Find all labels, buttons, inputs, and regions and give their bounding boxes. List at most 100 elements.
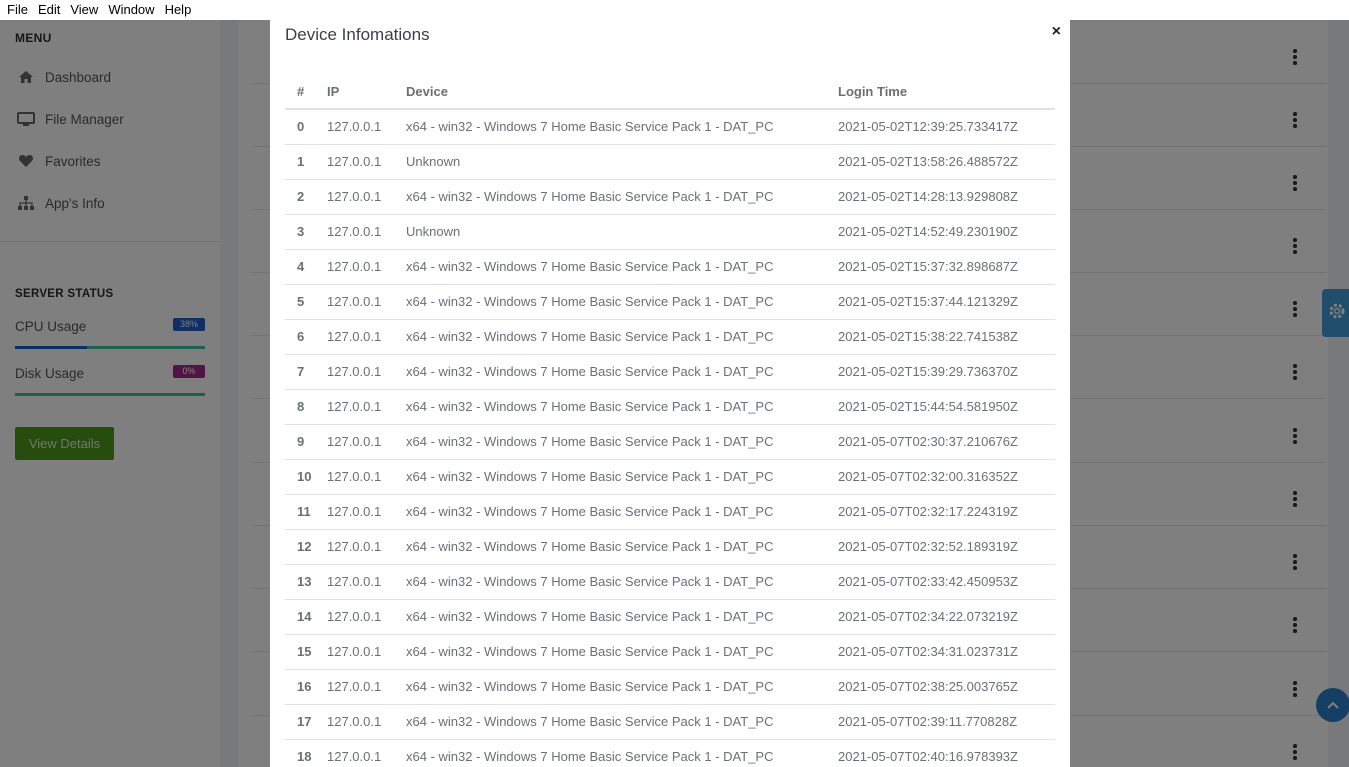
row-device: x64 - win32 - Windows 7 Home Basic Servi… — [394, 424, 826, 460]
row-login-time: 2021-05-02T15:38:22.741538Z — [826, 319, 1055, 355]
row-ip: 127.0.0.1 — [315, 564, 394, 600]
device-info-modal: Device Infomations × # IP Device Login T… — [270, 20, 1070, 767]
menu-bar: File Edit View Window Help — [0, 0, 1349, 20]
row-device: x64 - win32 - Windows 7 Home Basic Servi… — [394, 109, 826, 145]
table-row: 3 127.0.0.1 Unknown 2021-05-02T14:52:49.230… — [285, 214, 1055, 250]
modal-title: Device Infomations — [285, 25, 430, 44]
row-login-time: 2021-05-07T02:30:37.210676Z — [826, 424, 1055, 460]
row-login-time: 2021-05-02T12:39:25.733417Z — [826, 109, 1055, 145]
row-index: 18 — [285, 739, 315, 767]
row-device: x64 - win32 - Windows 7 Home Basic Servi… — [394, 669, 826, 705]
row-login-time: 2021-05-07T02:38:25.003765Z — [826, 669, 1055, 705]
table-header-row: # IP Device Login Time — [285, 74, 1055, 110]
row-device: Unknown — [394, 214, 826, 250]
row-device: x64 - win32 - Windows 7 Home Basic Servi… — [394, 494, 826, 530]
row-login-time: 2021-05-02T15:39:29.736370Z — [826, 354, 1055, 390]
row-login-time: 2021-05-02T15:37:44.121329Z — [826, 284, 1055, 320]
row-ip: 127.0.0.1 — [315, 389, 394, 425]
row-login-time: 2021-05-07T02:34:22.073219Z — [826, 599, 1055, 635]
row-ip: 127.0.0.1 — [315, 704, 394, 740]
table-row: 6 127.0.0.1 x64 - win32 - Windows 7 Home B… — [285, 319, 1055, 355]
row-index: 10 — [285, 459, 315, 495]
device-table: # IP Device Login Time 0 127.0.0.1 x64 - w… — [285, 74, 1055, 767]
row-login-time: 2021-05-07T02:39:11.770828Z — [826, 704, 1055, 740]
table-row: 0 127.0.0.1 x64 - win32 - Windows 7 Home B… — [285, 109, 1055, 145]
menu-file[interactable]: File — [2, 0, 33, 20]
table-row: 8 127.0.0.1 x64 - win32 - Windows 7 Home B… — [285, 389, 1055, 425]
menu-view[interactable]: View — [65, 0, 103, 20]
row-login-time: 2021-05-07T02:33:42.450953Z — [826, 564, 1055, 600]
row-login-time: 2021-05-07T02:40:16.978393Z — [826, 739, 1055, 767]
row-device: x64 - win32 - Windows 7 Home Basic Servi… — [394, 634, 826, 670]
row-device: x64 - win32 - Windows 7 Home Basic Servi… — [394, 354, 826, 390]
row-index: 14 — [285, 599, 315, 635]
row-device: x64 - win32 - Windows 7 Home Basic Servi… — [394, 599, 826, 635]
row-ip: 127.0.0.1 — [315, 739, 394, 767]
row-index: 9 — [285, 424, 315, 460]
table-row: 1 127.0.0.1 Unknown 2021-05-02T13:58:26.488… — [285, 144, 1055, 180]
row-device: x64 - win32 - Windows 7 Home Basic Servi… — [394, 179, 826, 215]
row-ip: 127.0.0.1 — [315, 284, 394, 320]
row-ip: 127.0.0.1 — [315, 494, 394, 530]
table-row: 10 127.0.0.1 x64 - win32 - Windows 7 Home … — [285, 459, 1055, 495]
table-row: 17 127.0.0.1 x64 - win32 - Windows 7 Home … — [285, 704, 1055, 740]
row-index: 13 — [285, 564, 315, 600]
row-index: 6 — [285, 319, 315, 355]
row-login-time: 2021-05-07T02:32:17.224319Z — [826, 494, 1055, 530]
table-row: 13 127.0.0.1 x64 - win32 - Windows 7 Home … — [285, 564, 1055, 600]
table-row: 7 127.0.0.1 x64 - win32 - Windows 7 Home B… — [285, 354, 1055, 390]
menu-help[interactable]: Help — [160, 0, 197, 20]
row-index: 4 — [285, 249, 315, 285]
row-index: 12 — [285, 529, 315, 565]
row-ip: 127.0.0.1 — [315, 459, 394, 495]
row-device: Unknown — [394, 144, 826, 180]
row-device: x64 - win32 - Windows 7 Home Basic Servi… — [394, 739, 826, 767]
row-device: x64 - win32 - Windows 7 Home Basic Servi… — [394, 564, 826, 600]
row-login-time: 2021-05-02T14:28:13.929808Z — [826, 179, 1055, 215]
column-header-ip: IP — [315, 74, 394, 110]
row-index: 2 — [285, 179, 315, 215]
column-header-device: Device — [394, 74, 826, 110]
row-device: x64 - win32 - Windows 7 Home Basic Servi… — [394, 529, 826, 565]
row-index: 15 — [285, 634, 315, 670]
table-row: 18 127.0.0.1 x64 - win32 - Windows 7 Home … — [285, 739, 1055, 767]
table-row: 15 127.0.0.1 x64 - win32 - Windows 7 Home … — [285, 634, 1055, 670]
row-index: 5 — [285, 284, 315, 320]
row-index: 7 — [285, 354, 315, 390]
row-ip: 127.0.0.1 — [315, 354, 394, 390]
table-row: 14 127.0.0.1 x64 - win32 - Windows 7 Home … — [285, 599, 1055, 635]
row-ip: 127.0.0.1 — [315, 669, 394, 705]
row-ip: 127.0.0.1 — [315, 529, 394, 565]
table-row: 16 127.0.0.1 x64 - win32 - Windows 7 Home … — [285, 669, 1055, 705]
close-button[interactable]: × — [1052, 24, 1061, 40]
row-ip: 127.0.0.1 — [315, 214, 394, 250]
row-login-time: 2021-05-02T13:58:26.488572Z — [826, 144, 1055, 180]
row-device: x64 - win32 - Windows 7 Home Basic Servi… — [394, 284, 826, 320]
row-ip: 127.0.0.1 — [315, 179, 394, 215]
row-index: 0 — [285, 109, 315, 145]
row-ip: 127.0.0.1 — [315, 634, 394, 670]
row-index: 17 — [285, 704, 315, 740]
row-device: x64 - win32 - Windows 7 Home Basic Servi… — [394, 459, 826, 495]
row-login-time: 2021-05-02T14:52:49.230190Z — [826, 214, 1055, 250]
row-device: x64 - win32 - Windows 7 Home Basic Servi… — [394, 319, 826, 355]
row-ip: 127.0.0.1 — [315, 109, 394, 145]
row-ip: 127.0.0.1 — [315, 249, 394, 285]
row-index: 11 — [285, 494, 315, 530]
row-ip: 127.0.0.1 — [315, 144, 394, 180]
column-header-login-time: Login Time — [826, 74, 1055, 110]
row-login-time: 2021-05-07T02:32:52.189319Z — [826, 529, 1055, 565]
table-row: 12 127.0.0.1 x64 - win32 - Windows 7 Home … — [285, 529, 1055, 565]
table-row: 2 127.0.0.1 x64 - win32 - Windows 7 Home B… — [285, 179, 1055, 215]
row-index: 3 — [285, 214, 315, 250]
row-index: 1 — [285, 144, 315, 180]
row-index: 8 — [285, 389, 315, 425]
menu-window[interactable]: Window — [103, 0, 159, 20]
row-ip: 127.0.0.1 — [315, 424, 394, 460]
menu-edit[interactable]: Edit — [33, 0, 65, 20]
row-ip: 127.0.0.1 — [315, 319, 394, 355]
row-device: x64 - win32 - Windows 7 Home Basic Servi… — [394, 389, 826, 425]
row-login-time: 2021-05-07T02:32:00.316352Z — [826, 459, 1055, 495]
table-row: 9 127.0.0.1 x64 - win32 - Windows 7 Home B… — [285, 424, 1055, 460]
row-device: x64 - win32 - Windows 7 Home Basic Servi… — [394, 249, 826, 285]
